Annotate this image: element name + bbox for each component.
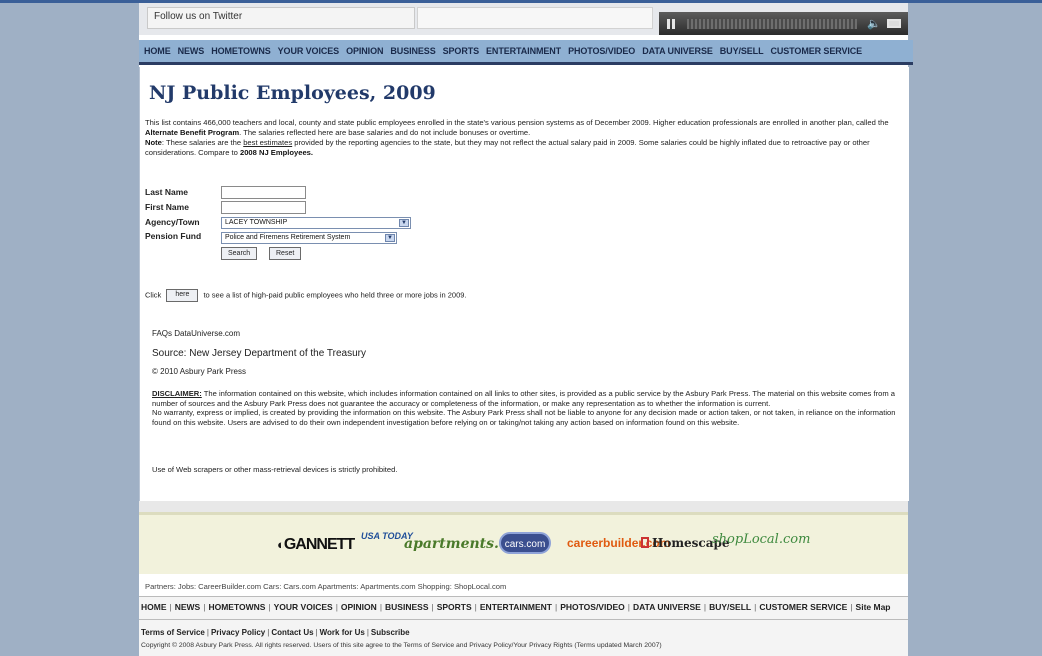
bottom-nav-entertainment[interactable]: ENTERTAINMENT <box>480 602 552 612</box>
bottom-nav-your-voices[interactable]: YOUR VOICES <box>274 602 333 612</box>
nav-entertainment[interactable]: ENTERTAINMENT <box>486 46 561 56</box>
multi-job-line: Click here to see a list of high-paid pu… <box>145 289 467 302</box>
bottom-nav-business[interactable]: BUSINESS <box>385 602 428 612</box>
disclaimer-label: DISCLAIMER: <box>152 389 202 398</box>
legal-links: Terms of Service | Privacy Policy | Contact … <box>141 628 410 637</box>
intro-part-2: . The salaries reflected here are base s… <box>239 128 531 137</box>
bottom-nav-news[interactable]: NEWS <box>175 602 201 612</box>
disclaimer-part-1: The information contained on this websit… <box>152 389 895 408</box>
nav-opinion[interactable]: OPINION <box>346 46 383 56</box>
page-title: NJ Public Employees, 2009 <box>149 82 436 104</box>
nav-hometowns[interactable]: HOMETOWNS <box>211 46 271 56</box>
pension-selected-value: Police and Firemens Retirement System <box>225 234 351 241</box>
nav-buy-sell[interactable]: BUY/SELL <box>720 46 764 56</box>
content-copyright: © 2010 Asbury Park Press <box>152 367 246 376</box>
shoplocal-logo[interactable]: shopLocal.com <box>712 532 810 547</box>
agency-label: Agency/Town <box>145 217 200 227</box>
terms-link[interactable]: Terms of Service <box>141 628 205 637</box>
gannett-logo[interactable]: ◐GANNETT <box>277 536 355 554</box>
main-content: NJ Public Employees, 2009 This list cont… <box>139 67 909 501</box>
nav-business[interactable]: BUSINESS <box>390 46 435 56</box>
carscom-logo[interactable]: cars.com <box>499 532 551 554</box>
bottom-nav-customer-service[interactable]: CUSTOMER SERVICE <box>759 602 847 612</box>
intro-part-1: This list contains 466,000 teachers and … <box>145 118 889 127</box>
contact-link[interactable]: Contact Us <box>271 628 313 637</box>
page-container: Follow us on Twitter 🔈 HOME NEWS HOMETOW… <box>139 3 913 656</box>
work-for-us-link[interactable]: Work for Us <box>320 628 365 637</box>
here-button[interactable]: here <box>166 289 199 302</box>
twitter-prefix: Follow us on <box>154 11 213 22</box>
bottom-nav-hometowns[interactable]: HOMETOWNS <box>208 602 265 612</box>
click-prefix: Click <box>145 290 162 300</box>
note-label: Note <box>145 138 162 147</box>
search-button[interactable]: Search <box>221 247 258 260</box>
agency-selected-value: LACEY TOWNSHIP <box>225 219 288 226</box>
chevron-down-icon[interactable]: ▼ <box>399 219 409 227</box>
first-name-input[interactable] <box>221 201 306 214</box>
nav-data-universe[interactable]: DATA UNIVERSE <box>642 46 713 56</box>
note-part-1: : These salaries are the <box>161 138 244 147</box>
nav-news[interactable]: NEWS <box>178 46 205 56</box>
scraper-notice: Use of Web scrapers or other mass-retrie… <box>152 465 398 474</box>
bottom-nav-buy-sell[interactable]: BUY/SELL <box>709 602 751 612</box>
nav-home[interactable]: HOME <box>144 46 171 56</box>
legal-footer: Terms of Service | Privacy Policy | Contact … <box>139 620 908 656</box>
nav-customer-service[interactable]: CUSTOMER SERVICE <box>770 46 862 56</box>
best-estimates-link[interactable]: best estimates <box>243 138 292 147</box>
ad-placeholder <box>417 7 653 29</box>
intro-text: This list contains 466,000 teachers and … <box>145 118 902 158</box>
bottom-nav-sports[interactable]: SPORTS <box>437 602 472 612</box>
footer-gap <box>139 501 908 512</box>
reset-button[interactable]: Reset <box>269 247 302 260</box>
privacy-link[interactable]: Privacy Policy <box>211 628 265 637</box>
main-nav: HOME NEWS HOMETOWNS YOUR VOICES OPINION … <box>139 40 913 65</box>
chevron-down-icon[interactable]: ▼ <box>385 234 395 242</box>
player-progress-bar[interactable] <box>687 19 857 29</box>
subscribe-link[interactable]: Subscribe <box>371 628 410 637</box>
nav-sports[interactable]: SPORTS <box>443 46 480 56</box>
click-suffix: to see a list of high-paid public employ… <box>203 290 467 300</box>
sponsor-bar: ◐GANNETT USA TODAY apartments.com. cars.… <box>139 512 908 577</box>
compare-2008-link[interactable]: 2008 NJ Employees. <box>240 148 313 157</box>
top-strip: Follow us on Twitter 🔈 <box>139 3 908 35</box>
volume-icon[interactable]: 🔈 <box>867 17 881 30</box>
bottom-nav-site-map[interactable]: Site Map <box>856 602 891 612</box>
bottom-nav: HOME | NEWS | HOMETOWNS | YOUR VOICES | OPINION |… <box>139 596 908 620</box>
fullscreen-icon[interactable] <box>887 19 901 28</box>
bottom-nav-home[interactable]: HOME <box>141 602 167 612</box>
bottom-nav-opinion[interactable]: OPINION <box>341 602 377 612</box>
faqs-link[interactable]: FAQs DataUniverse.com <box>152 329 240 338</box>
pause-icon[interactable] <box>667 19 676 29</box>
bottom-nav-data-universe[interactable]: DATA UNIVERSE <box>633 602 701 612</box>
media-player: 🔈 <box>659 12 908 35</box>
bottom-nav-photos-video[interactable]: PHOTOS/VIDEO <box>560 602 625 612</box>
agency-select[interactable]: LACEY TOWNSHIP ▼ <box>221 217 411 229</box>
twitter-box: Follow us on Twitter <box>147 7 415 29</box>
usatoday-logo[interactable]: USA TODAY <box>361 531 413 557</box>
alternate-benefit-link[interactable]: Alternate Benefit Program <box>145 128 239 137</box>
twitter-link[interactable]: Twitter <box>213 11 242 22</box>
disclaimer-part-2: No warranty, express or implied, is crea… <box>152 408 896 427</box>
source-text: Source: New Jersey Department of the Tre… <box>152 348 366 359</box>
disclaimer: DISCLAIMER: The information contained on… <box>152 389 900 427</box>
site-copyright: Copyright © 2008 Asbury Park Press. All … <box>141 642 662 649</box>
nav-photos-video[interactable]: PHOTOS/VIDEO <box>568 46 635 56</box>
first-name-label: First Name <box>145 202 189 212</box>
pension-select[interactable]: Police and Firemens Retirement System ▼ <box>221 232 397 244</box>
nav-your-voices[interactable]: YOUR VOICES <box>278 46 340 56</box>
last-name-label: Last Name <box>145 187 188 197</box>
partners-line: Partners: Jobs: CareerBuilder.com Cars: … <box>139 574 908 594</box>
last-name-input[interactable] <box>221 186 306 199</box>
pension-label: Pension Fund <box>145 231 202 241</box>
